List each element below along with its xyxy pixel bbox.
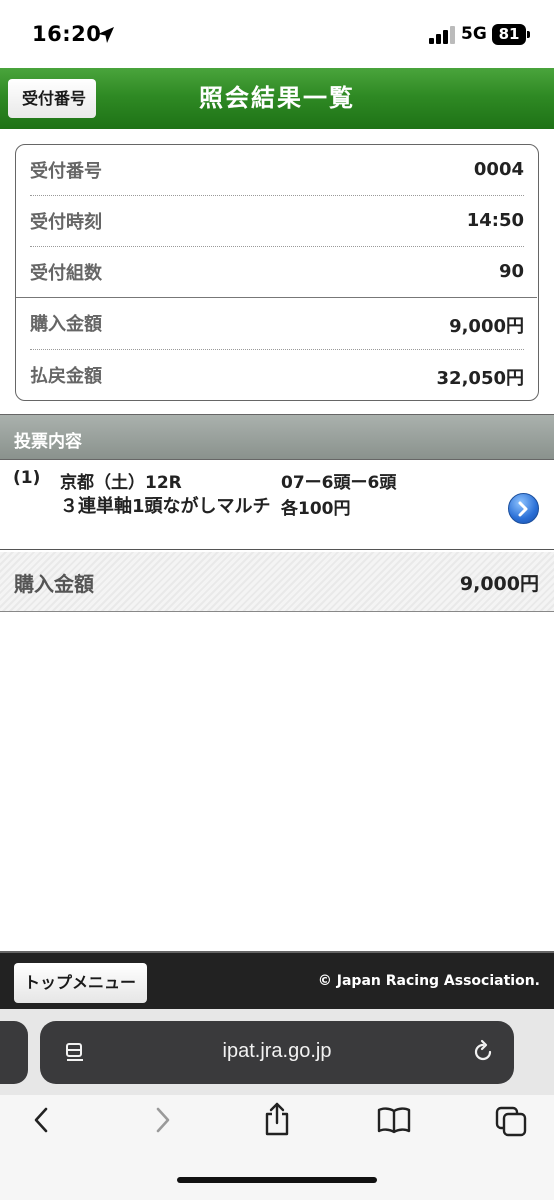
- receipt-value: 32,050円: [436, 368, 524, 389]
- receipt-value: 9,000円: [449, 316, 524, 337]
- copyright-text: © Japan Racing Association.: [317, 973, 540, 989]
- bet-list-item[interactable]: (1) 京都（土）12R 07ー6頭ー6頭 的中 ３連単軸1頭ながしマルチ 各1…: [0, 461, 554, 978]
- address-bar[interactable]: ipat.jra.go.jp: [40, 1021, 514, 1084]
- browser-address-area: ipat.jra.go.jp: [0, 1009, 554, 1095]
- battery-icon: 81: [492, 24, 530, 45]
- page-title: 照会結果一覧: [199, 84, 355, 112]
- receipt-label: 受付時刻: [30, 212, 102, 233]
- receipt-value: 90: [498, 261, 524, 282]
- forward-chevron-icon[interactable]: [148, 1105, 176, 1135]
- page-footer: トップメニュー © Japan Racing Association.: [0, 951, 554, 1009]
- purchase-total-row: 購入金額 9,000円: [0, 552, 554, 612]
- receipt-label: 購入金額: [30, 314, 102, 335]
- network-type: 5G: [461, 24, 487, 44]
- receipt-row-purchase: 購入金額 9,000円: [30, 298, 524, 349]
- receipt-value: 0004: [473, 159, 524, 180]
- receipt-row-count: 受付組数 90: [30, 247, 524, 298]
- location-arrow-icon: [98, 27, 114, 43]
- unit-amount: 各100円: [281, 499, 351, 519]
- status-bar: 16:20 5G 81: [0, 0, 554, 68]
- detail-chevron-icon[interactable]: [508, 493, 539, 524]
- vote-content-header: 投票内容: [0, 414, 554, 460]
- previous-tab-preview[interactable]: [0, 1021, 28, 1084]
- home-indicator: [177, 1177, 377, 1183]
- browser-toolbar: [0, 1095, 554, 1200]
- bookmarks-icon[interactable]: [376, 1105, 412, 1135]
- tabs-icon[interactable]: [494, 1105, 528, 1137]
- share-icon[interactable]: [262, 1101, 292, 1137]
- total-value: 9,000円: [459, 573, 539, 595]
- receipt-label: 払戻金額: [30, 366, 102, 387]
- url-text: ipat.jra.go.jp: [222, 1040, 332, 1062]
- section-title: 投票内容: [14, 432, 82, 452]
- cellular-signal-icon: [429, 26, 455, 44]
- back-chevron-icon[interactable]: [28, 1105, 56, 1135]
- receipt-label: 受付番号: [30, 161, 102, 182]
- total-label: 購入金額: [14, 572, 94, 596]
- status-time: 16:20: [32, 22, 102, 46]
- bet-type: ３連単軸1頭ながしマルチ: [60, 496, 271, 517]
- top-menu-button[interactable]: トップメニュー: [14, 963, 147, 1003]
- reload-icon[interactable]: [470, 1039, 496, 1065]
- receipt-row-number: 受付番号 0004: [30, 145, 524, 196]
- receipt-label: 受付組数: [30, 263, 102, 284]
- receipt-summary: 受付番号 0004 受付時刻 14:50 受付組数 90 購入金額 9,000円…: [15, 144, 539, 401]
- app-header: 受付番号 照会結果一覧: [0, 68, 554, 129]
- bet-number: (1): [13, 468, 41, 488]
- race-name: 京都（土）12R: [60, 473, 182, 493]
- receipt-value: 14:50: [466, 210, 524, 231]
- bet-combination: 07ー6頭ー6頭: [281, 473, 397, 493]
- receipt-row-payout: 払戻金額 32,050円: [30, 350, 524, 401]
- receipt-row-time: 受付時刻 14:50: [30, 196, 524, 247]
